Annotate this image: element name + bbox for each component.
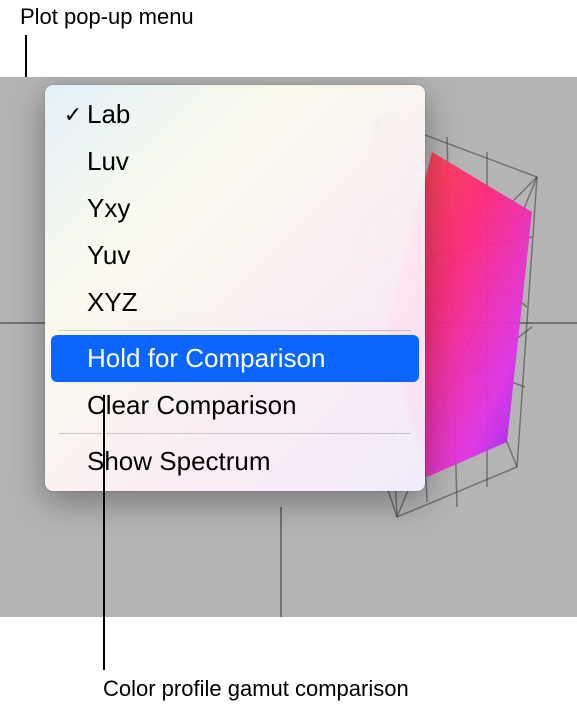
menu-item-clear-comparison[interactable]: Clear Comparison [45,382,425,429]
menu-item-yxy[interactable]: Yxy [45,185,425,232]
plot-popup-menu: ✓ Lab Luv Yxy Yuv XYZ Hold for Compariso… [45,85,425,491]
checkmark-icon: ✓ [59,102,87,128]
menu-item-label: Luv [87,146,407,177]
menu-item-label: Yxy [87,193,407,224]
menu-item-yuv[interactable]: Yuv [45,232,425,279]
annotation-plot-popup: Plot pop-up menu [20,4,194,30]
menu-item-luv[interactable]: Luv [45,138,425,185]
menu-item-lab[interactable]: ✓ Lab [45,91,425,138]
menu-separator [59,433,411,434]
annotation-gamut-comparison: Color profile gamut comparison [103,676,409,702]
annotation-callout-line [103,395,105,670]
menu-item-show-spectrum[interactable]: Show Spectrum [45,438,425,485]
menu-item-label: Lab [87,99,407,130]
menu-item-label: Yuv [87,240,407,271]
menu-separator [59,330,411,331]
menu-item-label: Show Spectrum [87,446,407,477]
axis-vertical [280,507,282,617]
gamut-3d-viewport[interactable]: ✓ Lab Luv Yxy Yuv XYZ Hold for Compariso… [0,77,577,617]
menu-item-xyz[interactable]: XYZ [45,279,425,326]
menu-item-label: XYZ [87,287,407,318]
menu-item-label: Clear Comparison [87,390,407,421]
menu-item-label: Hold for Comparison [87,343,407,374]
menu-item-hold-comparison[interactable]: Hold for Comparison [51,335,419,382]
